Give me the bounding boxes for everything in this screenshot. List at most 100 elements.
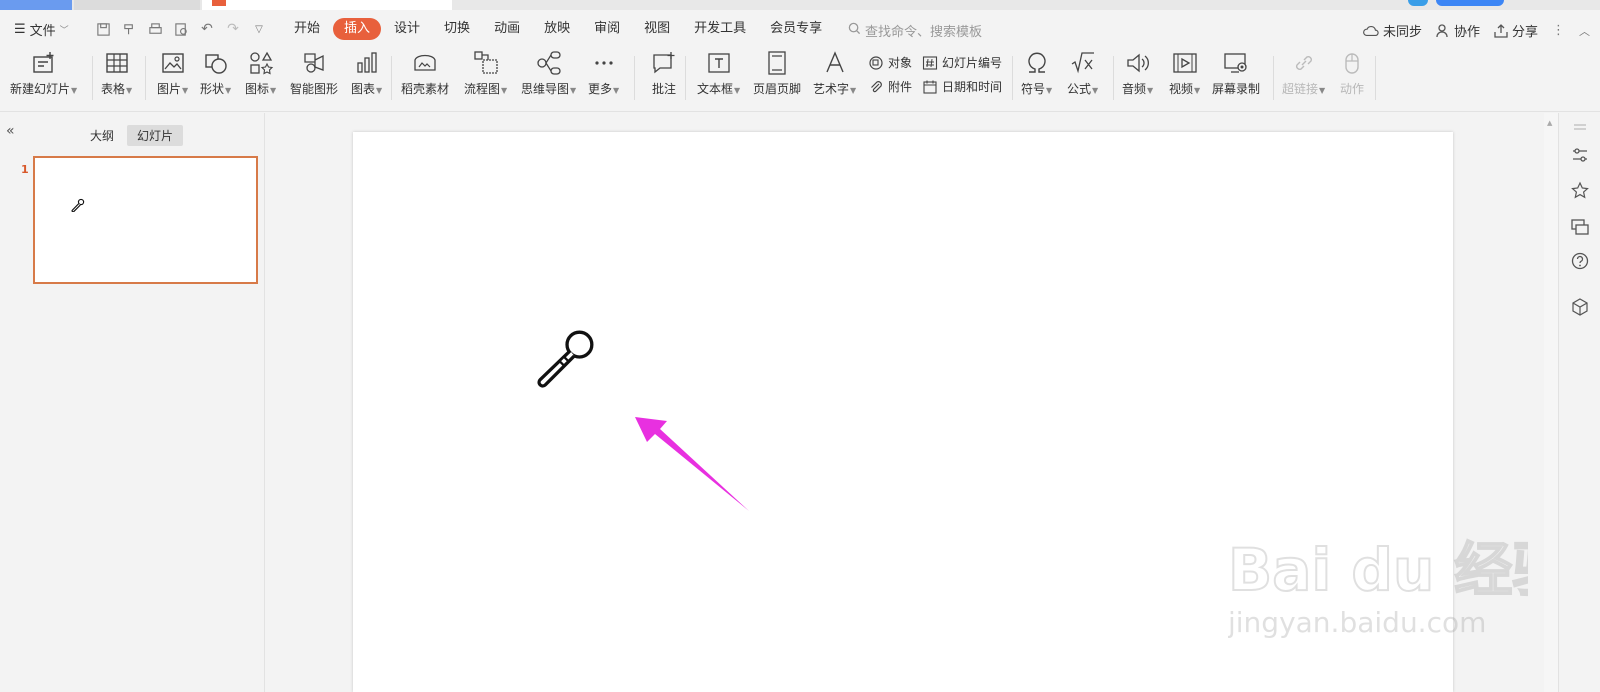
search-placeholder: 查找命令、搜索模板 <box>865 25 983 40</box>
comment-icon <box>653 52 675 74</box>
slide-thumbnail[interactable] <box>33 156 258 284</box>
datetime-button[interactable]: 日期和时间 <box>922 78 1002 95</box>
table-label: 表格 <box>101 82 126 96</box>
file-menu-button[interactable]: ☰ 文件 ﹀ <box>14 20 69 39</box>
symbol-button[interactable]: 符号▼ <box>1021 50 1052 97</box>
home-tab[interactable] <box>0 0 72 10</box>
sliders-icon[interactable] <box>1570 145 1590 165</box>
attachment-label: 附件 <box>888 80 913 94</box>
comment-label: 批注 <box>651 82 676 96</box>
screen-record-icon <box>1224 53 1247 73</box>
avatar[interactable] <box>1408 0 1428 6</box>
textbox-button[interactable]: 文本框▼ <box>697 50 740 97</box>
textbox-icon <box>707 53 730 73</box>
equation-label: 公式 <box>1067 82 1092 96</box>
sync-button[interactable]: 未同步 <box>1363 21 1422 40</box>
star-icon[interactable] <box>1570 181 1590 201</box>
tab-home[interactable]: 开始 <box>283 18 331 40</box>
audio-label: 音频 <box>1122 82 1147 96</box>
collaborate-label: 协作 <box>1453 25 1480 40</box>
cube-icon[interactable] <box>1570 297 1590 317</box>
equation-button[interactable]: 公式▼ <box>1067 50 1098 97</box>
video-icon <box>1172 53 1197 73</box>
search-input[interactable]: 查找命令、搜索模板 <box>848 21 982 40</box>
tab-view[interactable]: 视图 <box>633 18 681 40</box>
vertical-scrollbar[interactable]: ▲ <box>1544 113 1558 692</box>
handle-icon <box>1574 124 1586 130</box>
tab-transitions[interactable]: 切换 <box>433 18 481 40</box>
more-icon <box>594 61 613 65</box>
equation-icon <box>1071 52 1094 74</box>
smartart-button[interactable]: 智能图形 <box>290 50 338 97</box>
microphone-icon[interactable] <box>535 327 597 389</box>
table-button[interactable]: 表格▼ <box>101 50 132 97</box>
symbol-label: 符号 <box>1021 82 1046 96</box>
divider <box>1273 56 1274 100</box>
link-icon <box>1295 56 1312 70</box>
comment-button[interactable]: 批注 <box>651 50 677 97</box>
more-label: 更多 <box>588 82 613 96</box>
object-button[interactable]: 对象 <box>868 54 912 71</box>
tab-design[interactable]: 设计 <box>383 18 431 40</box>
tab-outline[interactable]: 大纲 <box>80 125 124 146</box>
annotation-arrow <box>635 417 749 511</box>
icon-library-button[interactable]: 图标▼ <box>245 50 276 97</box>
document-tab[interactable] <box>74 0 200 10</box>
redo-icon[interactable]: ↷ <box>224 20 242 38</box>
collapse-ribbon-icon[interactable]: ︿ <box>1579 23 1590 39</box>
shape-button[interactable]: 形状▼ <box>200 50 231 97</box>
divider <box>391 56 392 100</box>
more-options-icon[interactable]: ⋮ <box>1552 23 1565 38</box>
save-icon[interactable] <box>94 20 112 38</box>
tab-member[interactable]: 会员专享 <box>759 18 833 40</box>
slide-number-button[interactable]: 幻灯片编号 <box>922 54 1002 71</box>
collaborate-button[interactable]: 协作 <box>1436 21 1480 40</box>
chart-button[interactable]: 图表▼ <box>351 50 382 97</box>
baidu-watermark: Bai du 经验 jingyan.baidu.com <box>1227 520 1571 650</box>
tab-review[interactable]: 审阅 <box>583 18 631 40</box>
undo-icon[interactable]: ↶ <box>198 20 216 38</box>
scroll-up-icon[interactable]: ▲ <box>1547 119 1552 127</box>
collapse-panel-icon[interactable]: « <box>6 123 15 139</box>
screen-record-button[interactable]: 屏幕录制 <box>1212 50 1260 97</box>
help-icon[interactable] <box>1570 251 1590 271</box>
format-painter-icon[interactable] <box>120 20 138 38</box>
tab-animations[interactable]: 动画 <box>483 18 531 40</box>
customize-toolbar-icon[interactable]: ▽ <box>250 20 268 38</box>
active-document-tab[interactable] <box>202 0 452 10</box>
object-icon <box>869 55 883 70</box>
divider <box>1012 56 1013 100</box>
table-icon <box>105 53 128 73</box>
picture-button[interactable]: 图片▼ <box>157 50 188 97</box>
hash-icon <box>922 55 938 70</box>
print-icon[interactable] <box>146 20 164 38</box>
login-button[interactable] <box>1436 0 1504 6</box>
divider <box>92 56 93 100</box>
flowchart-button[interactable]: 流程图▼ <box>464 50 507 97</box>
tab-slideshow[interactable]: 放映 <box>533 18 581 40</box>
more-button[interactable]: 更多▼ <box>588 50 619 97</box>
wordart-button[interactable]: 艺术字▼ <box>813 50 856 97</box>
shape-label: 形状 <box>200 82 225 96</box>
tab-slides[interactable]: 幻灯片 <box>127 125 184 146</box>
textbox-label: 文本框 <box>697 82 734 96</box>
share-icon <box>1494 23 1508 38</box>
slide-panel: « 大纲 幻灯片 1 <box>0 113 265 692</box>
app-window: ☰ 文件 ﹀ ↶ ↷ ▽ 开始 插入 设计 切换 动画 放映 审阅 视图 开发工… <box>0 0 1600 692</box>
audio-button[interactable]: 音频▼ <box>1122 50 1153 97</box>
new-slide-button[interactable]: 新建幻灯片▼ <box>10 50 77 97</box>
video-button[interactable]: 视频▼ <box>1169 50 1200 97</box>
slides-copy-icon[interactable] <box>1570 217 1590 237</box>
header-footer-button[interactable]: 页眉页脚 <box>753 50 801 97</box>
tab-insert[interactable]: 插入 <box>333 18 382 40</box>
tab-developer[interactable]: 开发工具 <box>683 18 757 40</box>
attachment-button[interactable]: 附件 <box>868 78 912 95</box>
mindmap-button[interactable]: 思维导图▼ <box>521 50 576 97</box>
share-button[interactable]: 分享 <box>1494 21 1538 40</box>
sync-label: 未同步 <box>1382 25 1422 40</box>
menu-bar: ☰ 文件 ﹀ ↶ ↷ ▽ 开始 插入 设计 切换 动画 放映 审阅 视图 开发工… <box>0 10 1600 48</box>
title-bar <box>0 0 1600 10</box>
material-button[interactable]: 稻壳素材 <box>401 50 449 97</box>
wordart-icon <box>825 51 844 73</box>
print-preview-icon[interactable] <box>172 20 190 38</box>
